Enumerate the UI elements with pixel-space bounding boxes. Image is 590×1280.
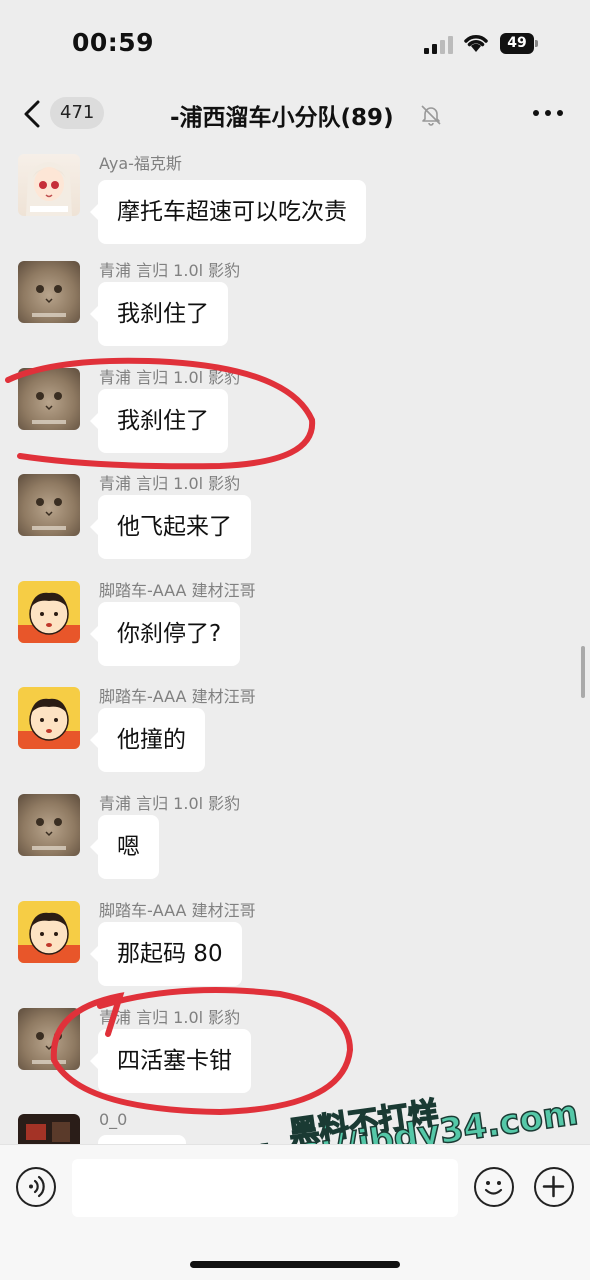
avatar[interactable] <box>18 368 80 430</box>
chat-header: 471 -浦西溜车小分队(89) <box>0 86 590 142</box>
message-bubble[interactable]: 我刹住了 <box>90 389 228 453</box>
message-bubble[interactable]: 那起码 80 <box>90 922 242 986</box>
home-indicator[interactable] <box>190 1261 400 1268</box>
sender-name: Aya-福克斯 <box>99 154 182 173</box>
plus-icon[interactable] <box>534 1167 574 1207</box>
message-bubble[interactable]: 摩托车超速可以吃次责 <box>90 180 366 244</box>
sender-name: 青浦 言归 1.0l 影豹 <box>99 368 241 387</box>
avatar[interactable] <box>18 1008 80 1070</box>
message-bubble[interactable] <box>98 1135 186 1144</box>
message-bubble[interactable]: 嗯 <box>90 815 159 879</box>
avatar[interactable] <box>18 687 80 749</box>
sender-name: 青浦 言归 1.0l 影豹 <box>99 474 241 493</box>
status-bar: 00:59 49 <box>0 0 590 86</box>
sender-name: 青浦 言归 1.0l 影豹 <box>99 1008 241 1027</box>
sender-name: 青浦 言归 1.0l 影豹 <box>99 794 241 813</box>
message-bubble[interactable]: 你刹停了? <box>89 602 241 666</box>
message-bubble[interactable]: 他飞起来了 <box>90 495 251 559</box>
avatar[interactable] <box>18 474 80 536</box>
signal-icon <box>424 34 454 54</box>
battery-icon: 49 <box>500 33 538 54</box>
avatar[interactable] <box>18 581 80 643</box>
message-list[interactable]: Aya-福克斯 摩托车超速可以吃次责 青浦 言归 1.0l 影豹 我刹住了 青浦… <box>0 142 590 1144</box>
avatar[interactable] <box>18 261 80 323</box>
wifi-icon <box>464 35 488 52</box>
input-bar <box>0 1144 590 1280</box>
more-dots-icon[interactable] <box>533 108 563 118</box>
sender-name: 脚踏车-AAA 建材汪哥 <box>99 687 256 706</box>
message-bubble[interactable]: 我刹住了 <box>90 282 228 346</box>
voice-icon[interactable] <box>16 1167 56 1207</box>
chevron-left-icon[interactable] <box>20 98 44 130</box>
unread-count-badge[interactable]: 471 <box>50 97 105 129</box>
battery-level: 49 <box>500 33 534 54</box>
emoji-icon[interactable] <box>474 1167 514 1207</box>
status-time: 00:59 <box>72 28 155 57</box>
message-bubble[interactable]: 四活塞卡钳 <box>90 1029 251 1093</box>
avatar[interactable] <box>18 154 80 216</box>
message-input[interactable] <box>72 1159 458 1217</box>
avatar[interactable] <box>18 901 80 963</box>
scrollbar[interactable] <box>581 646 585 698</box>
avatar[interactable] <box>18 1114 80 1144</box>
sender-name: 0_0 <box>99 1110 128 1129</box>
avatar[interactable] <box>18 794 80 856</box>
bell-slash-icon <box>421 105 441 126</box>
chat-title[interactable]: -浦西溜车小分队(89) <box>170 98 394 132</box>
message-bubble[interactable]: 他撞的 <box>90 708 205 772</box>
sender-name: 青浦 言归 1.0l 影豹 <box>99 261 241 280</box>
sender-name: 脚踏车-AAA 建材汪哥 <box>99 901 256 920</box>
sender-name: 脚踏车-AAA 建材汪哥 <box>99 581 256 600</box>
